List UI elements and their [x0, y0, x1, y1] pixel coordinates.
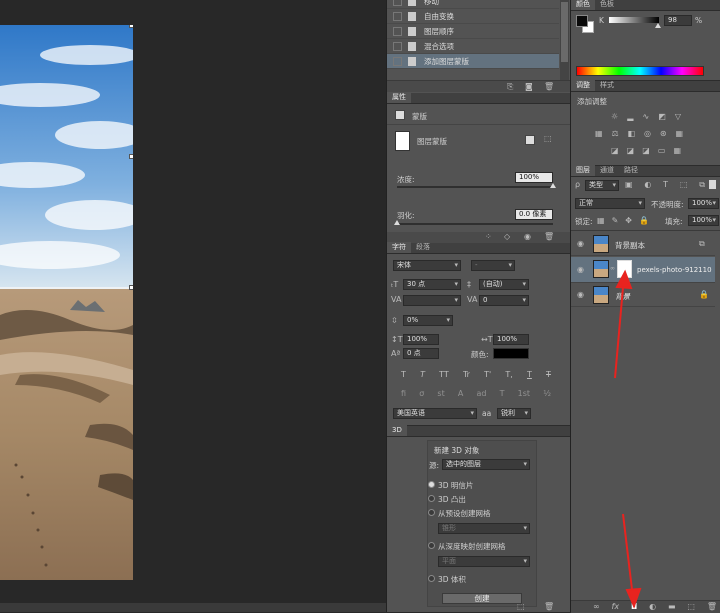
annotation-arrows — [614, 269, 642, 609]
annotation-arrowhead — [615, 269, 633, 290]
annotation-arrow — [622, 513, 634, 599]
annotation-arrow — [614, 275, 625, 379]
annotation-arrowhead — [625, 587, 642, 609]
